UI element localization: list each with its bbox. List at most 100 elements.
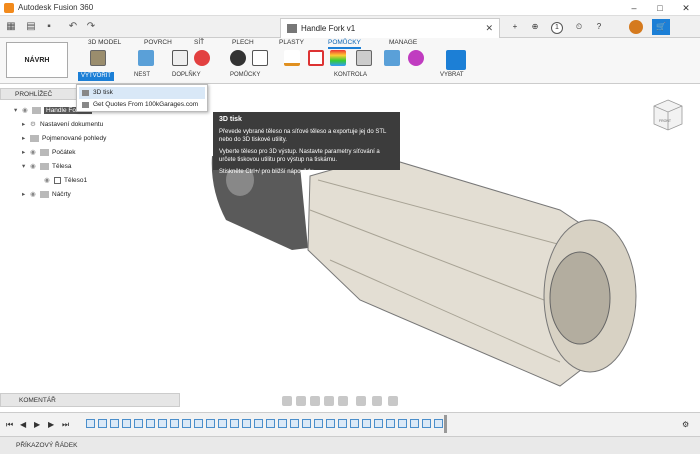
zebra-analysis-icon[interactable] [330,50,346,66]
interference-icon[interactable] [308,50,324,66]
grid-icon[interactable]: ▦ [4,20,18,34]
timeline-feature[interactable] [86,419,95,428]
group-vytvorit[interactable]: VYTVOŘIT [78,72,115,81]
timeline-feature[interactable] [158,419,167,428]
traffic-light-icon[interactable] [230,50,246,66]
timeline-feature[interactable] [398,419,407,428]
pan-icon[interactable] [310,396,320,406]
tree-item-nacrty[interactable]: ▸ ◉ Náčrty [22,190,71,202]
notifications-badge[interactable]: 1 [546,19,568,35]
timeline-feature[interactable] [434,419,443,428]
timeline-feature[interactable] [218,419,227,428]
timeline-feature[interactable] [98,419,107,428]
center-of-mass-icon[interactable] [384,50,400,66]
viewcube[interactable]: FRONT [650,96,686,136]
minimize-icon[interactable]: – [626,2,642,14]
viewports-icon[interactable] [388,396,398,406]
tree-item-pocatek[interactable]: ▸ ◉ Počátek [22,148,76,160]
timeline-feature[interactable] [326,419,335,428]
menu-item-3d-print[interactable]: 3D tisk [79,87,205,99]
section-analysis-icon[interactable] [356,50,372,66]
timeline-feature[interactable] [230,419,239,428]
grid-settings-icon[interactable] [372,396,382,406]
timeline-feature[interactable] [254,419,263,428]
comments-panel[interactable]: KOMENTÁŘ [0,393,180,407]
tab-sit[interactable]: SÍŤ [194,39,204,46]
timeline-feature[interactable] [146,419,155,428]
timeline-feature[interactable] [122,419,131,428]
document-tab[interactable]: Handle Fork v1 ✕ [280,18,500,38]
nest-icon[interactable] [138,50,154,66]
eye-icon[interactable]: ◉ [44,176,54,184]
timeline-marker[interactable] [444,415,447,433]
eye-icon[interactable]: ◉ [30,162,40,170]
tab-pomucky[interactable]: POMŮCKY [328,39,361,49]
timeline-feature[interactable] [134,419,143,428]
timeline-feature[interactable] [290,419,299,428]
timeline-settings-icon[interactable]: ⚙ [682,420,689,429]
curvature-icon[interactable] [408,50,424,66]
undo-icon[interactable]: ↶ [66,20,80,34]
table-icon[interactable] [252,50,268,66]
group-kontrola[interactable]: KONTROLA [334,72,367,78]
orbit-icon[interactable] [282,396,292,406]
timeline-feature[interactable] [110,419,119,428]
eye-icon[interactable]: ◉ [30,190,40,198]
timeline-first-icon[interactable]: ⏮ [6,420,13,430]
timeline-feature[interactable] [266,419,275,428]
timeline-feature[interactable] [194,419,203,428]
timeline-feature[interactable] [206,419,215,428]
tab-povrch[interactable]: POVRCH [144,39,172,46]
menu-item-get-quotes[interactable]: Get Quotes From 100kGarages.com [79,99,205,111]
job-status-icon[interactable]: ⏲ [572,19,586,35]
extensions-icon[interactable]: ⊕ [528,19,542,35]
group-pomucky[interactable]: POMŮCKY [230,72,260,78]
select-icon[interactable] [446,50,466,70]
timeline-feature[interactable] [170,419,179,428]
redo-icon[interactable]: ↷ [84,20,98,34]
group-vybrat[interactable]: VYBRAT [440,72,464,78]
user-avatar[interactable] [629,20,643,34]
zoom-icon[interactable] [324,396,334,406]
maximize-icon[interactable]: □ [652,2,668,14]
timeline-play-icon[interactable]: ▶ [34,420,40,429]
tree-item-telesa[interactable]: ▾ ◉ Tělesa [22,162,72,174]
tab-plech[interactable]: PLECH [232,39,254,46]
eye-icon[interactable]: ◉ [22,106,32,114]
group-doplnky[interactable]: DOPLŇKY [172,72,201,78]
timeline-feature[interactable] [314,419,323,428]
timeline-feature[interactable] [302,419,311,428]
timeline-next-icon[interactable]: ▶ [48,420,54,429]
command-line-bar[interactable]: PŘÍKAZOVÝ ŘÁDEK [0,436,700,454]
zoom-window-icon[interactable] [338,396,348,406]
save-icon[interactable]: ▪ [42,20,56,34]
workspace-switcher[interactable]: NÁVRH [6,42,68,78]
timeline-feature[interactable] [350,419,359,428]
tab-plasty[interactable]: PLASTY [279,39,304,46]
3d-print-icon[interactable] [90,50,106,66]
eye-icon[interactable]: ◉ [30,148,40,156]
help-icon[interactable]: ? [592,19,606,35]
tab-manage[interactable]: MANAGE [389,39,417,46]
cart-icon[interactable]: 🛒 [652,19,670,35]
tab-3d-model[interactable]: 3D MODEL [88,39,121,46]
language-flag-icon[interactable] [194,50,210,66]
timeline-feature[interactable] [242,419,251,428]
timeline-feature[interactable] [338,419,347,428]
timeline-prev-icon[interactable]: ◀ [20,420,26,429]
tree-item-teleso1[interactable]: ◉ Těleso1 [44,176,87,188]
scripts-icon[interactable] [172,50,188,66]
tree-item-pohledy[interactable]: ▸ Pojmenované pohledy [22,134,106,146]
timeline-feature[interactable] [362,419,371,428]
timeline-feature[interactable] [410,419,419,428]
timeline-last-icon[interactable]: ⏭ [62,420,69,430]
measure-icon[interactable] [284,50,300,66]
close-tab-icon[interactable]: ✕ [485,23,493,34]
timeline-feature[interactable] [422,419,431,428]
timeline-feature[interactable] [374,419,383,428]
look-at-icon[interactable] [296,396,306,406]
tree-item-nastaveni[interactable]: ▸ ⚙ Nastavení dokumentu [22,120,103,132]
display-settings-icon[interactable] [356,396,366,406]
timeline-feature[interactable] [386,419,395,428]
timeline-feature[interactable] [182,419,191,428]
